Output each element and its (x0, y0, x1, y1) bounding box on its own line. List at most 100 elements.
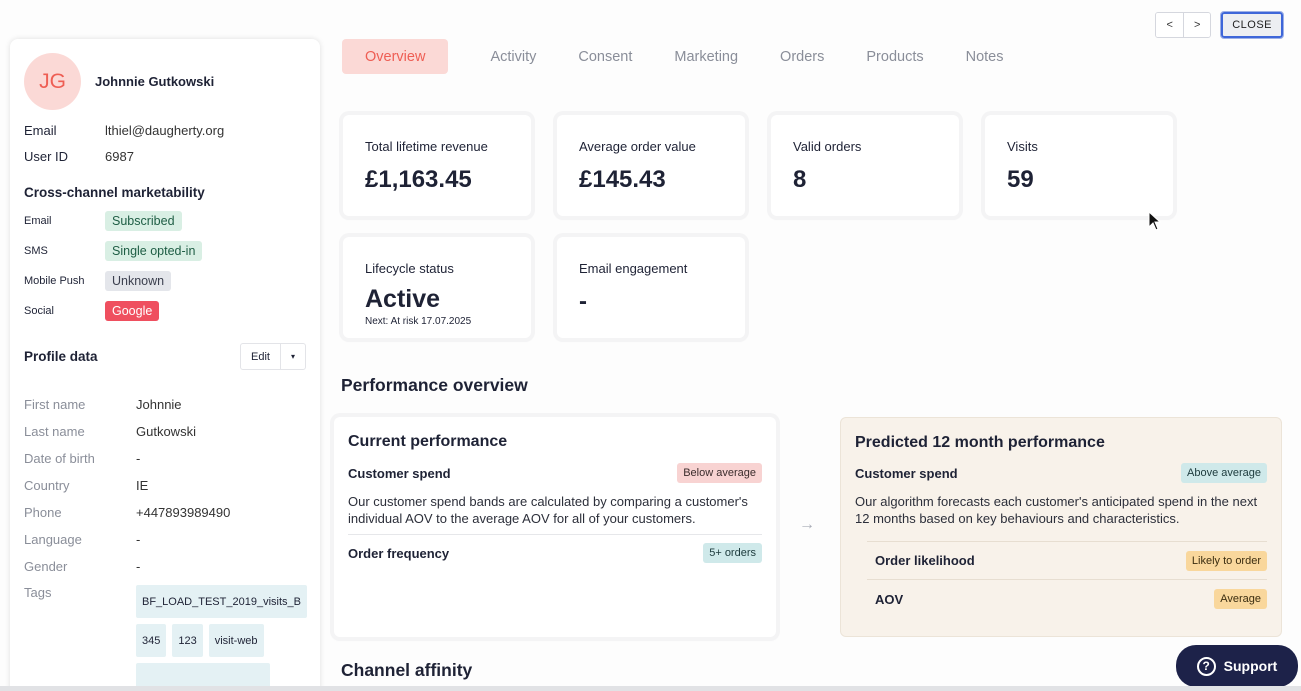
spend-badge: Below average (677, 463, 762, 483)
predicted-performance-card: Predicted 12 month performance Customer … (840, 417, 1282, 637)
tab-activity[interactable]: Activity (490, 49, 536, 65)
field-row: Gender - (24, 553, 306, 580)
channel-affinity-title: Channel affinity (341, 660, 473, 680)
tag: 123 (172, 624, 203, 657)
next-button[interactable]: > (1183, 13, 1211, 37)
tag: BF_LOAD_TEST_2019_visits_B (136, 585, 307, 618)
card-title: Predicted 12 month performance (855, 434, 1105, 451)
tab-bar: Overview Activity Consent Marketing Orde… (342, 39, 1046, 74)
field-row: Phone +447893989490 (24, 499, 306, 526)
email-row: Email lthiel@daugherty.org (24, 123, 306, 138)
channel-status-badge: Unknown (105, 271, 172, 291)
tab-notes[interactable]: Notes (966, 49, 1004, 65)
arrow-right-icon: → (799, 516, 815, 533)
channel-status-badge: Single opted-in (105, 241, 203, 261)
frequency-row: Order frequency 5+ orders (348, 543, 762, 563)
userid-label: User ID (24, 149, 69, 164)
stat-value: 8 (793, 166, 807, 193)
tags-label: Tags (24, 585, 52, 600)
help-icon: ? (1196, 656, 1216, 676)
avatar: JG (24, 53, 81, 110)
stat-visits: Visits 59 (985, 115, 1173, 216)
tags-row: Tags BF_LOAD_TEST_2019_visits_B 345 123 … (24, 585, 307, 691)
channel-row-mobile-push: Mobile Push Unknown (24, 266, 306, 296)
userid-value: 6987 (105, 149, 134, 164)
chevron-down-icon[interactable]: ▾ (280, 344, 305, 369)
stat-value: £145.43 (579, 166, 666, 193)
support-button[interactable]: ? Support (1176, 645, 1298, 687)
stat-label: Average order value (579, 139, 696, 154)
tab-overview[interactable]: Overview (342, 39, 449, 74)
field-label: Language (24, 532, 82, 547)
tab-products[interactable]: Products (866, 49, 923, 65)
current-performance-card: Current performance Customer spend Below… (334, 417, 776, 637)
tags-list: BF_LOAD_TEST_2019_visits_B 345 123 visit… (136, 585, 307, 691)
edit-button[interactable]: Edit (241, 344, 280, 369)
channel-label: SMS (24, 245, 48, 257)
field-label: Last name (24, 424, 85, 439)
channel-label: Social (24, 305, 54, 317)
stat-orders: Valid orders 8 (771, 115, 959, 216)
close-button[interactable]: CLOSE (1220, 11, 1284, 39)
profile-header: JG Johnnie Gutkowski (24, 53, 306, 110)
profile-data-title: Profile data (24, 349, 98, 364)
spend-description: Our algorithm forecasts each customer's … (855, 494, 1258, 526)
stat-sub: Next: At risk 17.07.2025 (365, 316, 472, 327)
aov-label: AOV (875, 591, 904, 607)
stat-label: Valid orders (793, 139, 862, 154)
channel-row-sms: SMS Single opted-in (24, 236, 306, 266)
field-value: - (136, 559, 141, 574)
email-value: lthiel@daugherty.org (105, 123, 225, 138)
support-label: Support (1223, 658, 1278, 674)
predicted-metrics: Order likelihood Likely to order AOV Ave… (867, 541, 1267, 618)
stat-label: Total lifetime revenue (365, 139, 488, 154)
field-value: - (136, 532, 141, 547)
field-label: Country (24, 478, 70, 493)
field-label: First name (24, 397, 86, 412)
spend-row: Customer spend Below average (348, 463, 762, 483)
field-value: - (136, 451, 141, 466)
performance-title: Performance overview (341, 375, 528, 395)
stat-value: 59 (1007, 166, 1034, 193)
stat-aov: Average order value £145.43 (557, 115, 745, 216)
stat-label: Visits (1007, 139, 1038, 154)
field-row: Language - (24, 526, 306, 553)
aov-row: AOV Average (867, 580, 1267, 618)
stat-value: - (579, 288, 587, 315)
channel-label: Mobile Push (24, 275, 85, 287)
field-value: +447893989490 (136, 505, 231, 520)
tab-consent[interactable]: Consent (578, 49, 632, 65)
stat-lifecycle: Lifecycle status Active Next: At risk 17… (343, 237, 531, 338)
profile-name: Johnnie Gutkowski (95, 74, 215, 89)
tab-marketing[interactable]: Marketing (674, 49, 738, 65)
field-value: IE (136, 478, 149, 493)
field-row: Last name Gutkowski (24, 418, 306, 445)
spend-row: Customer spend Above average (855, 463, 1267, 483)
email-label: Email (24, 123, 57, 138)
spend-description: Our customer spend bands are calculated … (348, 494, 748, 526)
channel-label: Email (24, 215, 52, 227)
tab-orders[interactable]: Orders (780, 49, 824, 65)
marketability-title: Cross-channel marketability (24, 185, 205, 200)
stat-value: £1,163.45 (365, 166, 472, 193)
channel-row-social: Social Google (24, 296, 306, 326)
stat-revenue: Total lifetime revenue £1,163.45 (343, 115, 531, 216)
spend-badge: Above average (1181, 463, 1267, 483)
frequency-badge: 5+ orders (703, 543, 762, 563)
tag: 345 (136, 624, 167, 657)
likelihood-row: Order likelihood Likely to order (867, 542, 1267, 580)
stat-value: Active (365, 285, 441, 313)
likelihood-badge: Likely to order (1185, 550, 1267, 571)
prev-button[interactable]: < (1156, 13, 1184, 37)
channel-row-email: Email Subscribed (24, 206, 306, 236)
edit-button-group: Edit ▾ (240, 343, 306, 370)
likelihood-label: Order likelihood (875, 553, 975, 568)
channel-status-badge: Google (105, 301, 160, 321)
mouse-cursor-icon (1148, 211, 1162, 231)
stat-label: Lifecycle status (365, 261, 454, 276)
userid-row: User ID 6987 (24, 149, 306, 164)
field-row: Country IE (24, 472, 306, 499)
tag: visit-web (208, 624, 264, 657)
profile-fields: First name Johnnie Last name Gutkowski D… (24, 391, 307, 691)
horizontal-scrollbar[interactable] (0, 686, 1301, 691)
